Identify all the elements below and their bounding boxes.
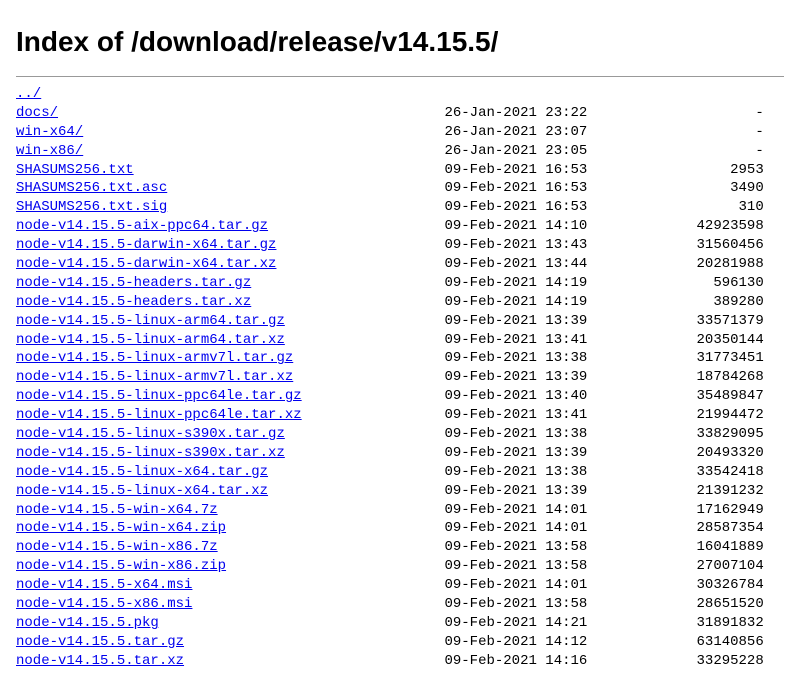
file-link[interactable]: node-v14.15.5-linux-arm64.tar.xz	[16, 332, 285, 348]
directory-listing: ../ docs/ 26-Jan-2021 23:22 - win-x64/ 2…	[16, 85, 784, 671]
file-link[interactable]: node-v14.15.5.tar.xz	[16, 653, 184, 669]
file-link[interactable]: win-x86/	[16, 143, 83, 159]
file-link[interactable]: node-v14.15.5-headers.tar.xz	[16, 294, 251, 310]
file-link[interactable]: SHASUMS256.txt.sig	[16, 199, 167, 215]
file-link[interactable]: node-v14.15.5-linux-x64.tar.gz	[16, 464, 268, 480]
parent-link[interactable]: ../	[16, 86, 41, 102]
list-item: node-v14.15.5-linux-arm64.tar.gz 09-Feb-…	[16, 312, 784, 331]
file-link[interactable]: node-v14.15.5-x86.msi	[16, 596, 192, 612]
file-link[interactable]: node-v14.15.5-win-x86.zip	[16, 558, 226, 574]
list-item: node-v14.15.5.tar.gz 09-Feb-2021 14:12 6…	[16, 633, 784, 652]
list-item: node-v14.15.5-headers.tar.gz 09-Feb-2021…	[16, 274, 784, 293]
file-link[interactable]: node-v14.15.5-linux-ppc64le.tar.gz	[16, 388, 302, 404]
list-item: node-v14.15.5-win-x86.zip 09-Feb-2021 13…	[16, 557, 784, 576]
file-link[interactable]: node-v14.15.5-darwin-x64.tar.gz	[16, 237, 276, 253]
file-link[interactable]: node-v14.15.5-linux-armv7l.tar.gz	[16, 350, 293, 366]
file-link[interactable]: node-v14.15.5-x64.msi	[16, 577, 192, 593]
file-link[interactable]: node-v14.15.5-headers.tar.gz	[16, 275, 251, 291]
list-item: node-v14.15.5-linux-s390x.tar.gz 09-Feb-…	[16, 425, 784, 444]
list-item: node-v14.15.5-linux-x64.tar.gz 09-Feb-20…	[16, 463, 784, 482]
list-item: node-v14.15.5-linux-ppc64le.tar.gz 09-Fe…	[16, 387, 784, 406]
list-item: win-x64/ 26-Jan-2021 23:07 -	[16, 123, 784, 142]
file-link[interactable]: node-v14.15.5-linux-x64.tar.xz	[16, 483, 268, 499]
list-item: node-v14.15.5-darwin-x64.tar.xz 09-Feb-2…	[16, 255, 784, 274]
list-item: node-v14.15.5-linux-arm64.tar.xz 09-Feb-…	[16, 331, 784, 350]
list-item: node-v14.15.5-x64.msi 09-Feb-2021 14:01 …	[16, 576, 784, 595]
list-item: node-v14.15.5-darwin-x64.tar.gz 09-Feb-2…	[16, 236, 784, 255]
file-link[interactable]: node-v14.15.5-linux-s390x.tar.xz	[16, 445, 285, 461]
list-item: node-v14.15.5-headers.tar.xz 09-Feb-2021…	[16, 293, 784, 312]
list-item: node-v14.15.5.tar.xz 09-Feb-2021 14:16 3…	[16, 652, 784, 671]
file-link[interactable]: node-v14.15.5-linux-s390x.tar.gz	[16, 426, 285, 442]
page-title: Index of /download/release/v14.15.5/	[16, 26, 784, 58]
list-item: node-v14.15.5-linux-armv7l.tar.gz 09-Feb…	[16, 349, 784, 368]
list-item: node-v14.15.5-linux-s390x.tar.xz 09-Feb-…	[16, 444, 784, 463]
list-item: win-x86/ 26-Jan-2021 23:05 -	[16, 142, 784, 161]
list-item: node-v14.15.5-x86.msi 09-Feb-2021 13:58 …	[16, 595, 784, 614]
list-item: node-v14.15.5-win-x86.7z 09-Feb-2021 13:…	[16, 538, 784, 557]
file-link[interactable]: node-v14.15.5-aix-ppc64.tar.gz	[16, 218, 268, 234]
list-item: docs/ 26-Jan-2021 23:22 -	[16, 104, 784, 123]
divider	[16, 76, 784, 77]
file-link[interactable]: node-v14.15.5.pkg	[16, 615, 159, 631]
file-link[interactable]: node-v14.15.5-win-x64.7z	[16, 502, 218, 518]
file-link[interactable]: SHASUMS256.txt	[16, 162, 134, 178]
list-item: node-v14.15.5-linux-ppc64le.tar.xz 09-Fe…	[16, 406, 784, 425]
list-item: node-v14.15.5-linux-x64.tar.xz 09-Feb-20…	[16, 482, 784, 501]
file-link[interactable]: node-v14.15.5.tar.gz	[16, 634, 184, 650]
list-item: SHASUMS256.txt 09-Feb-2021 16:53 2953	[16, 161, 784, 180]
list-item: node-v14.15.5.pkg 09-Feb-2021 14:21 3189…	[16, 614, 784, 633]
list-item: node-v14.15.5-aix-ppc64.tar.gz 09-Feb-20…	[16, 217, 784, 236]
file-link[interactable]: SHASUMS256.txt.asc	[16, 180, 167, 196]
file-link[interactable]: node-v14.15.5-win-x64.zip	[16, 520, 226, 536]
list-item: SHASUMS256.txt.asc 09-Feb-2021 16:53 349…	[16, 179, 784, 198]
file-link[interactable]: node-v14.15.5-win-x86.7z	[16, 539, 218, 555]
file-link[interactable]: node-v14.15.5-linux-ppc64le.tar.xz	[16, 407, 302, 423]
file-link[interactable]: docs/	[16, 105, 58, 121]
list-item: node-v14.15.5-win-x64.7z 09-Feb-2021 14:…	[16, 501, 784, 520]
file-link[interactable]: node-v14.15.5-linux-arm64.tar.gz	[16, 313, 285, 329]
list-item: node-v14.15.5-win-x64.zip 09-Feb-2021 14…	[16, 519, 784, 538]
list-item: SHASUMS256.txt.sig 09-Feb-2021 16:53 310	[16, 198, 784, 217]
list-item: node-v14.15.5-linux-armv7l.tar.xz 09-Feb…	[16, 368, 784, 387]
file-link[interactable]: node-v14.15.5-linux-armv7l.tar.xz	[16, 369, 293, 385]
file-link[interactable]: win-x64/	[16, 124, 83, 140]
file-link[interactable]: node-v14.15.5-darwin-x64.tar.xz	[16, 256, 276, 272]
